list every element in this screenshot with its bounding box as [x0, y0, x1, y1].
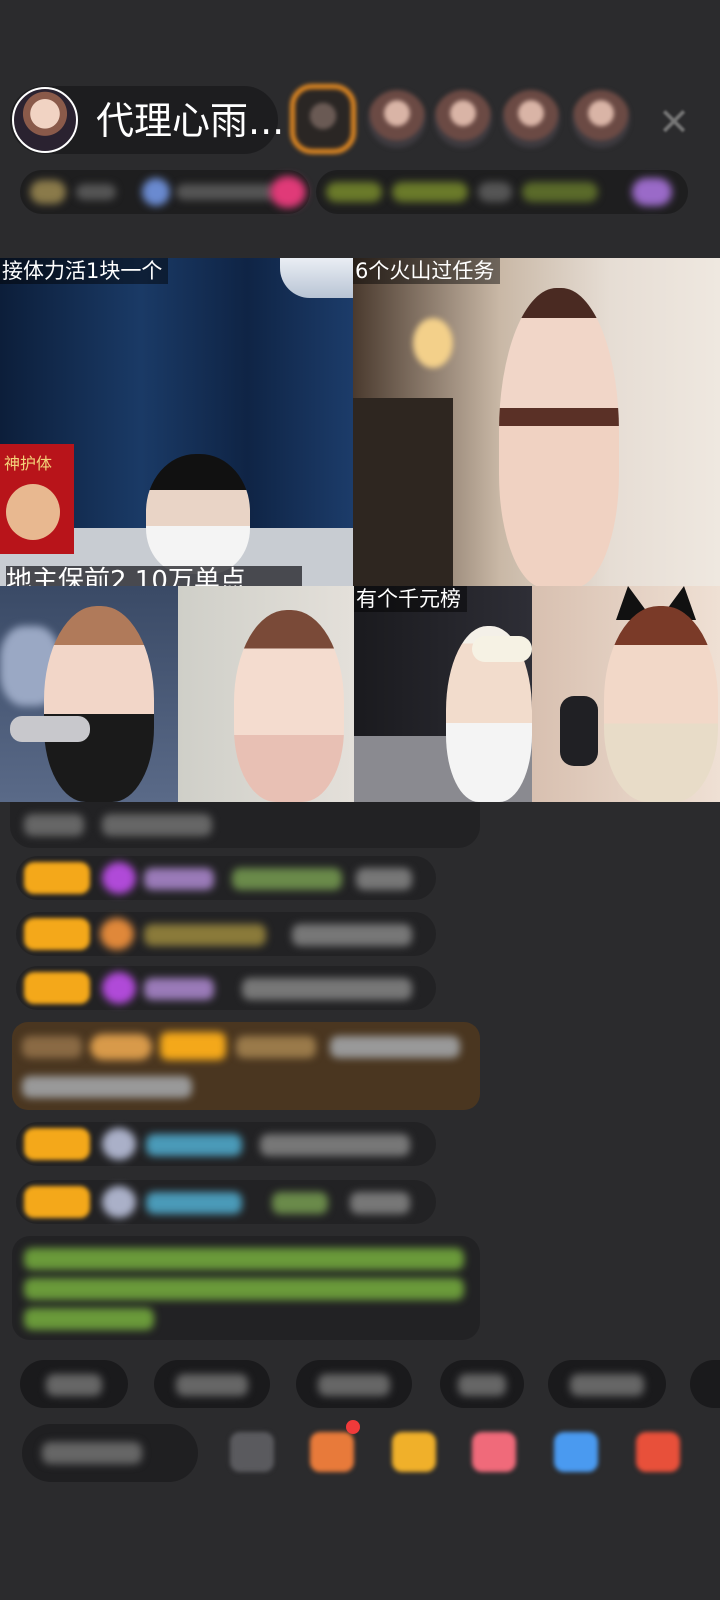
streamer	[146, 454, 250, 574]
quick-reply-chip[interactable]	[296, 1360, 412, 1408]
level-badge	[24, 862, 90, 894]
chat-input[interactable]	[22, 1424, 198, 1482]
host-avatar[interactable]	[12, 87, 78, 153]
viewer-avatar[interactable]	[572, 90, 630, 148]
quick-reply-chip[interactable]	[548, 1360, 666, 1408]
level-badge	[24, 972, 90, 1004]
fan-badge	[90, 1034, 152, 1060]
top-viewer-avatar[interactable]	[290, 84, 356, 154]
user-avatar	[102, 1186, 136, 1218]
gift-box-icon[interactable]	[392, 1432, 436, 1472]
level-badge	[24, 1186, 90, 1218]
close-icon[interactable]: ✕	[652, 100, 696, 144]
system-message	[12, 1236, 480, 1340]
flower-crown	[472, 636, 532, 662]
badge-icon	[142, 178, 170, 206]
banner-image: 神护体	[0, 444, 74, 554]
chat-message[interactable]	[16, 1180, 436, 1224]
microphone	[10, 716, 90, 742]
share-icon[interactable]	[554, 1432, 598, 1472]
chat-message[interactable]	[16, 1122, 436, 1166]
streamer	[604, 606, 718, 802]
viewer-avatar[interactable]	[434, 90, 492, 148]
user-avatar	[102, 1128, 136, 1160]
gift-icon[interactable]	[636, 1432, 680, 1472]
video-tile[interactable]	[178, 586, 354, 802]
rank-icon	[30, 180, 66, 204]
emoji-icon[interactable]	[230, 1432, 274, 1472]
quick-reply-chip[interactable]	[20, 1360, 128, 1408]
highlight-message[interactable]	[12, 1022, 480, 1110]
room-info-strip[interactable]	[20, 170, 310, 214]
microphone	[560, 696, 598, 766]
room-tags-strip[interactable]	[316, 170, 688, 214]
video-tile[interactable]: 神护体 接体力活1块一个	[0, 258, 353, 588]
fan-club-icon[interactable]	[310, 1432, 354, 1472]
streamer	[499, 288, 619, 588]
studio-light	[280, 258, 353, 298]
level-badge	[24, 1128, 90, 1160]
game-icon[interactable]	[472, 1432, 516, 1472]
video-tile[interactable]: 6个火山过任务	[353, 258, 720, 588]
chat-message[interactable]	[16, 966, 436, 1010]
quick-reply-chip[interactable]	[690, 1360, 720, 1408]
diamond-icon	[102, 862, 136, 894]
viewer-avatar[interactable]	[502, 90, 560, 148]
video-tile[interactable]	[0, 586, 178, 802]
chat-message[interactable]	[16, 856, 436, 900]
chat-message[interactable]	[16, 912, 436, 956]
gift-icon	[632, 178, 672, 206]
level-badge	[24, 918, 90, 950]
host-name[interactable]: 代理心雨...	[96, 98, 284, 144]
chat-message[interactable]	[10, 802, 480, 848]
lamp	[413, 318, 453, 368]
diamond-icon	[102, 972, 136, 1004]
level-badge	[160, 1032, 226, 1060]
streamer	[44, 606, 154, 802]
streamer	[234, 610, 344, 802]
viewer-avatar[interactable]	[368, 90, 426, 148]
video-tile[interactable]: 有个千元榜	[354, 586, 532, 802]
fan-icon	[100, 918, 134, 950]
quick-reply-chip[interactable]	[440, 1360, 524, 1408]
video-tile[interactable]	[532, 586, 720, 802]
live-icon	[270, 176, 306, 208]
notification-dot	[346, 1420, 360, 1434]
quick-reply-chip[interactable]	[154, 1360, 270, 1408]
